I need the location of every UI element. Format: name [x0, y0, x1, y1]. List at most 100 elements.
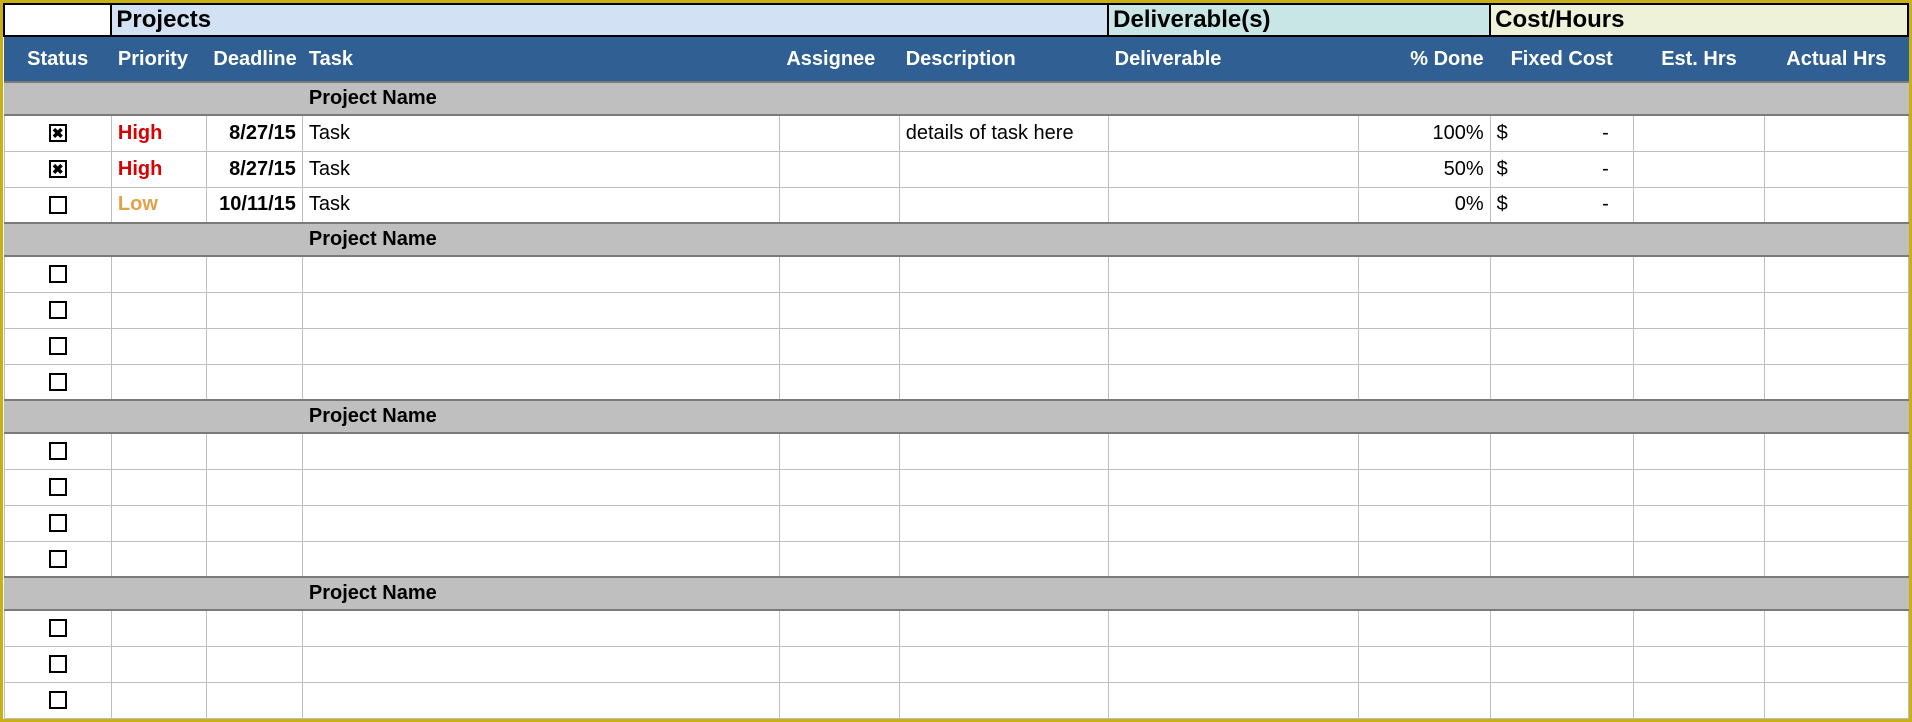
- cell-assignee[interactable]: [780, 151, 899, 187]
- cell-description[interactable]: [899, 433, 1108, 469]
- group-header-cost[interactable]: Cost/Hours: [1490, 4, 1908, 36]
- section-blank[interactable]: [1765, 223, 1908, 256]
- cell-pct-done[interactable]: [1359, 610, 1490, 646]
- col-deadline[interactable]: Deadline: [207, 36, 302, 82]
- cell-task[interactable]: Task: [302, 187, 779, 223]
- cell-assignee[interactable]: [780, 115, 899, 151]
- col-priority[interactable]: Priority: [111, 36, 206, 82]
- cell-est-hrs[interactable]: [1633, 187, 1764, 223]
- cell-est-hrs[interactable]: [1633, 505, 1764, 541]
- cell-fixed-cost[interactable]: $-: [1490, 151, 1633, 187]
- cell-priority[interactable]: [111, 469, 206, 505]
- checkbox-icon[interactable]: [49, 337, 67, 355]
- cell-description[interactable]: [899, 292, 1108, 328]
- checkbox-icon[interactable]: [49, 373, 67, 391]
- cell-description[interactable]: [899, 682, 1108, 718]
- cell-status[interactable]: [4, 364, 111, 400]
- cell-deliverable[interactable]: [1108, 433, 1359, 469]
- cell-assignee[interactable]: [780, 433, 899, 469]
- cell-task[interactable]: [302, 292, 779, 328]
- cell-task[interactable]: [302, 469, 779, 505]
- col-actual-hrs[interactable]: Actual Hrs: [1765, 36, 1908, 82]
- cell-est-hrs[interactable]: [1633, 682, 1764, 718]
- cell-assignee[interactable]: [780, 505, 899, 541]
- cell-deliverable[interactable]: [1108, 541, 1359, 577]
- cell-deadline[interactable]: 10/11/15: [207, 187, 302, 223]
- cell-description[interactable]: [899, 256, 1108, 292]
- section-name[interactable]: Project Name: [302, 577, 779, 610]
- cell-est-hrs[interactable]: [1633, 469, 1764, 505]
- cell-priority[interactable]: High: [111, 115, 206, 151]
- group-header-projects[interactable]: Projects: [111, 4, 1108, 36]
- section-blank[interactable]: [1633, 82, 1764, 115]
- cell-pct-done[interactable]: [1359, 469, 1490, 505]
- cell-assignee[interactable]: [780, 682, 899, 718]
- cell-status[interactable]: [4, 187, 111, 223]
- cell-status[interactable]: [4, 256, 111, 292]
- cell-task[interactable]: Task: [302, 115, 779, 151]
- cell-fixed-cost[interactable]: [1490, 541, 1633, 577]
- col-deliverable[interactable]: Deliverable: [1108, 36, 1359, 82]
- section-blank[interactable]: [4, 400, 302, 433]
- cell-priority[interactable]: High: [111, 151, 206, 187]
- cell-task[interactable]: Task: [302, 151, 779, 187]
- section-name[interactable]: Project Name: [302, 223, 779, 256]
- cell-priority[interactable]: [111, 433, 206, 469]
- section-blank[interactable]: [1108, 577, 1359, 610]
- cell-pct-done[interactable]: [1359, 292, 1490, 328]
- cell-task[interactable]: [302, 646, 779, 682]
- checkbox-icon[interactable]: [49, 514, 67, 532]
- section-blank[interactable]: [1359, 400, 1490, 433]
- cell-status[interactable]: [4, 292, 111, 328]
- cell-description[interactable]: [899, 646, 1108, 682]
- cell-fixed-cost[interactable]: [1490, 610, 1633, 646]
- section-blank[interactable]: [1633, 400, 1764, 433]
- cell-priority[interactable]: Low: [111, 187, 206, 223]
- cell-est-hrs[interactable]: [1633, 610, 1764, 646]
- section-blank[interactable]: [1108, 400, 1359, 433]
- section-blank[interactable]: [1765, 82, 1908, 115]
- cell-status[interactable]: [4, 469, 111, 505]
- section-blank[interactable]: [1359, 223, 1490, 256]
- cell-pct-done[interactable]: 0%: [1359, 187, 1490, 223]
- section-blank[interactable]: [1490, 400, 1633, 433]
- cell-assignee[interactable]: [780, 646, 899, 682]
- section-blank[interactable]: [4, 223, 302, 256]
- cell-priority[interactable]: [111, 364, 206, 400]
- cell-actual-hrs[interactable]: [1765, 256, 1908, 292]
- cell-task[interactable]: [302, 682, 779, 718]
- cell-fixed-cost[interactable]: [1490, 682, 1633, 718]
- cell-priority[interactable]: [111, 646, 206, 682]
- cell-description[interactable]: [899, 151, 1108, 187]
- cell-actual-hrs[interactable]: [1765, 682, 1908, 718]
- section-blank[interactable]: [1633, 223, 1764, 256]
- cell-assignee[interactable]: [780, 256, 899, 292]
- cell-deadline[interactable]: [207, 610, 302, 646]
- col-description[interactable]: Description: [899, 36, 1108, 82]
- section-name[interactable]: Project Name: [302, 82, 779, 115]
- cell-fixed-cost[interactable]: [1490, 469, 1633, 505]
- checkbox-icon[interactable]: [49, 655, 67, 673]
- cell-status[interactable]: [4, 541, 111, 577]
- cell-priority[interactable]: [111, 292, 206, 328]
- section-blank[interactable]: [899, 223, 1108, 256]
- cell-est-hrs[interactable]: [1633, 364, 1764, 400]
- cell-description[interactable]: [899, 187, 1108, 223]
- cell-deadline[interactable]: [207, 682, 302, 718]
- cell-fixed-cost[interactable]: [1490, 433, 1633, 469]
- section-blank[interactable]: [1765, 400, 1908, 433]
- cell-deliverable[interactable]: [1108, 610, 1359, 646]
- cell-actual-hrs[interactable]: [1765, 292, 1908, 328]
- cell-status[interactable]: [4, 328, 111, 364]
- cell-deadline[interactable]: [207, 541, 302, 577]
- cell-deadline[interactable]: [207, 433, 302, 469]
- cell-actual-hrs[interactable]: [1765, 469, 1908, 505]
- cell-deliverable[interactable]: [1108, 328, 1359, 364]
- cell-task[interactable]: [302, 364, 779, 400]
- cell-deliverable[interactable]: [1108, 505, 1359, 541]
- cell-pct-done[interactable]: [1359, 256, 1490, 292]
- section-blank[interactable]: [1490, 577, 1633, 610]
- section-blank[interactable]: [899, 400, 1108, 433]
- section-blank[interactable]: [4, 82, 302, 115]
- cell-assignee[interactable]: [780, 541, 899, 577]
